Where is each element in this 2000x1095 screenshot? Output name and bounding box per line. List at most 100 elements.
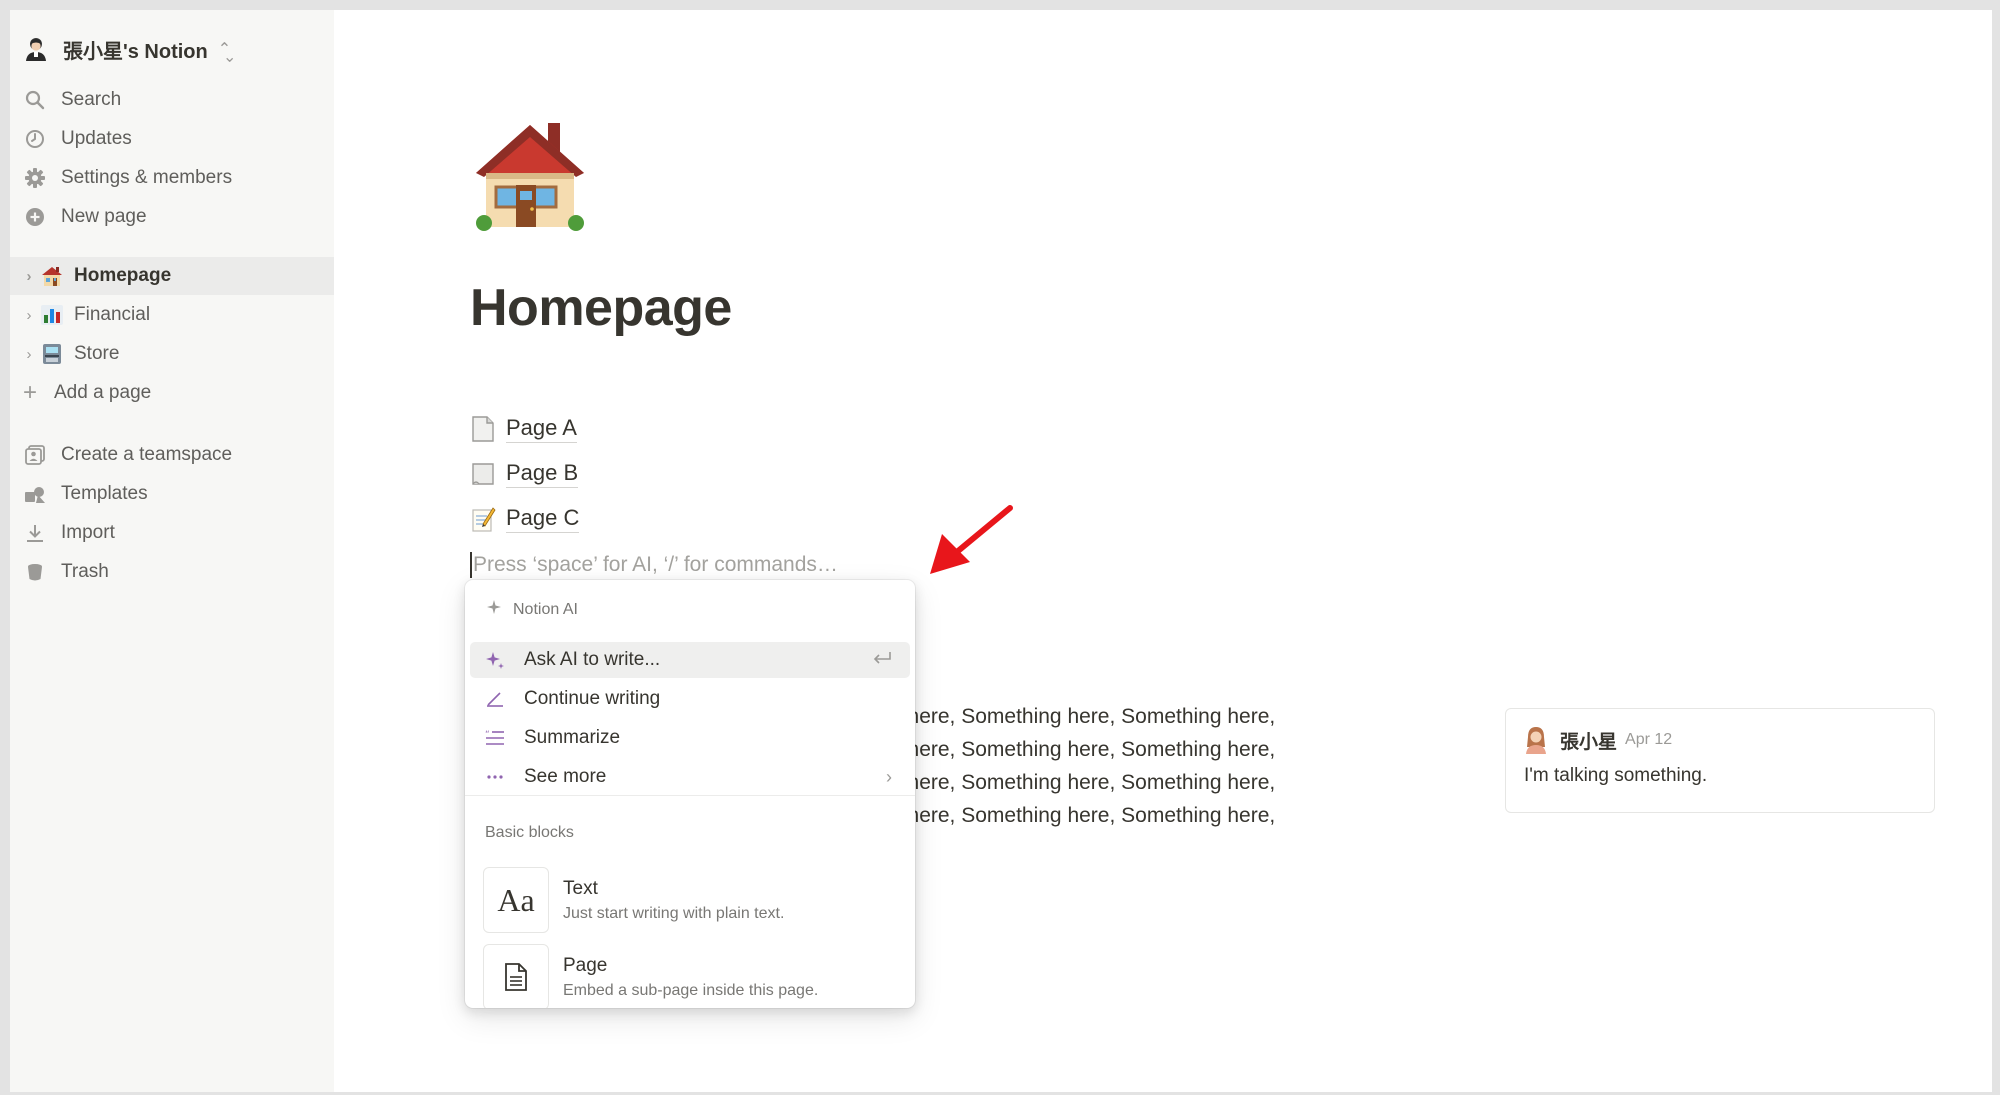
sidebar-settings[interactable]: Settings & members [10, 159, 334, 197]
memo-icon [470, 505, 496, 533]
sidebar-add-page[interactable]: + Add a page [10, 374, 334, 412]
menu-item-label: Ask AI to write... [524, 649, 661, 670]
workspace-switcher[interactable]: 張小星's Notion ⌃⌃ [23, 30, 273, 68]
ellipsis-icon [484, 766, 506, 788]
block-option-text[interactable]: Aa Text Just start writing with plain te… [483, 867, 903, 933]
sidebar: 張小星's Notion ⌃⌃ Search Updates Settings … [10, 10, 334, 1092]
command-menu: Notion AI Ask AI to write... Continue wr… [465, 580, 915, 1008]
subpage-link-c[interactable]: Page C [470, 502, 580, 536]
text-block-icon: Aa [483, 867, 549, 933]
sidebar-templates[interactable]: Templates [10, 475, 334, 513]
sidebar-page-financial[interactable]: › Financial [10, 296, 334, 334]
page-block-icon [483, 944, 549, 1008]
workspace-name: 張小星's Notion [63, 40, 208, 63]
menu-see-more[interactable]: See more › [470, 759, 910, 795]
sidebar-import-label: Import [61, 522, 115, 543]
chevron-right-icon[interactable]: › [22, 346, 36, 363]
plus-circle-icon [23, 205, 47, 229]
sidebar-create-teamspace[interactable]: Create a teamspace [10, 436, 334, 474]
comment-text: I'm talking something. [1524, 765, 1708, 786]
menu-ask-ai[interactable]: Ask AI to write... [470, 642, 910, 678]
block-option-text-info: Text Just start writing with plain text. [563, 878, 784, 923]
sidebar-import[interactable]: Import [10, 514, 334, 552]
sidebar-page-store[interactable]: › Store [10, 335, 334, 373]
block-input-placeholder[interactable]: Press ‘space’ for AI, ‘/’ for commands… [470, 548, 838, 582]
paragraph-line: g here, Something here, Something here, [890, 804, 1276, 827]
paragraph-line: g here, Something here, Something here, [890, 738, 1276, 761]
menu-item-label: Continue writing [524, 688, 661, 709]
download-icon [23, 521, 47, 545]
teamspace-icon [23, 443, 47, 467]
comment-author: 張小星 [1560, 731, 1618, 753]
bar-chart-icon [40, 303, 64, 327]
summarize-icon: “ [484, 727, 506, 749]
sidebar-search[interactable]: Search [10, 81, 334, 119]
gear-icon [23, 166, 47, 190]
page-icon-house[interactable] [470, 115, 590, 235]
subpage-label: Page C [506, 505, 580, 533]
chevron-up-down-icon: ⌃⌃ [217, 41, 237, 63]
sidebar-trash-label: Trash [61, 561, 109, 582]
enter-icon [872, 650, 892, 671]
text-caret [470, 552, 472, 578]
search-icon [23, 88, 47, 112]
menu-continue-writing[interactable]: Continue writing [470, 681, 910, 717]
menu-item-label: Summarize [524, 727, 621, 748]
menu-divider [465, 795, 915, 796]
sidebar-updates-label: Updates [61, 128, 132, 149]
comment-card[interactable]: 張小星 Apr 12 I'm talking something. [1505, 708, 1935, 813]
chevron-right-icon[interactable]: › [22, 268, 36, 285]
block-option-page[interactable]: Page Embed a sub-page inside this page. [483, 944, 903, 1008]
annotation-arrow [930, 505, 1013, 574]
sidebar-updates[interactable]: Updates [10, 120, 334, 158]
clock-icon [23, 127, 47, 151]
subpage-label: Page A [506, 415, 577, 443]
workspace-avatar [23, 36, 49, 62]
block-description: Embed a sub-page inside this page. [563, 981, 819, 999]
notion-window: 張小星's Notion ⌃⌃ Search Updates Settings … [10, 10, 1992, 1092]
commenter-avatar [1524, 725, 1548, 755]
subpage-link-a[interactable]: Page A [470, 412, 577, 446]
comment-date: Apr 12 [1625, 731, 1673, 748]
sidebar-new-page[interactable]: New page [10, 198, 334, 236]
chevron-right-icon[interactable]: › [22, 307, 36, 324]
sidebar-page-homepage[interactable]: › Homepage [10, 257, 334, 295]
menu-item-label: See more [524, 766, 607, 787]
sidebar-create-teamspace-label: Create a teamspace [61, 444, 233, 465]
paragraph-line: g here, Something here, Something here, [890, 771, 1276, 794]
menu-summarize[interactable]: “ Summarize [470, 720, 910, 756]
atm-icon [40, 342, 64, 366]
sidebar-trash[interactable]: Trash [10, 553, 334, 591]
sparkle-icon [485, 598, 503, 621]
scroll-page-icon [470, 460, 496, 488]
sparkle-icon [484, 649, 506, 671]
house-icon [40, 264, 64, 288]
basic-blocks-label: Basic blocks [485, 824, 574, 841]
chevron-right-icon: › [886, 766, 892, 787]
notion-ai-label: Notion AI [513, 600, 578, 618]
sidebar-templates-label: Templates [61, 483, 148, 504]
block-description: Just start writing with plain text. [563, 904, 785, 922]
notion-ai-header: Notion AI [485, 598, 578, 621]
plus-icon: + [22, 379, 37, 406]
sidebar-page-label: Financial [74, 304, 151, 325]
page-title[interactable]: Homepage [470, 278, 732, 338]
paragraph-line: g here, Something here, Something here, [890, 705, 1276, 728]
page-facing-up-icon [470, 415, 496, 443]
sidebar-page-label: Homepage [74, 265, 172, 286]
sidebar-settings-label: Settings & members [61, 167, 233, 188]
block-option-page-info: Page Embed a sub-page inside this page. [563, 955, 818, 1000]
subpage-link-b[interactable]: Page B [470, 457, 579, 491]
block-name: Text [563, 877, 598, 899]
sidebar-page-label: Store [74, 343, 120, 364]
sidebar-add-page-label: Add a page [54, 382, 152, 403]
sidebar-search-label: Search [61, 89, 122, 110]
pen-icon [484, 688, 506, 710]
paragraph-block[interactable]: g here, Something here, Something here, … [890, 700, 1350, 832]
sidebar-new-page-label: New page [61, 206, 147, 227]
placeholder-text: Press ‘space’ for AI, ‘/’ for commands… [473, 553, 838, 576]
subpage-label: Page B [506, 460, 579, 488]
comment-header: 張小星 Apr 12 [1524, 725, 1672, 755]
text-block-glyph: Aa [497, 881, 535, 918]
trash-icon [23, 560, 47, 584]
